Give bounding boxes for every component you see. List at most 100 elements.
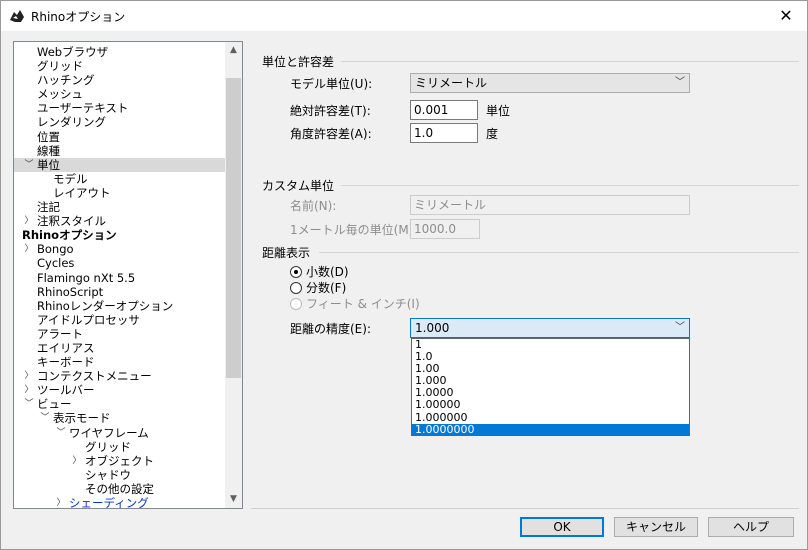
decimal-radio-label: 小数(D) xyxy=(306,265,349,279)
fraction-radio[interactable]: 分数(F) xyxy=(290,280,380,296)
options-tree[interactable]: Webブラウザ グリッド ハッチング メッシュ ユーザーテキスト レンダリング 位置 線種 ﹀ 単… xyxy=(13,41,243,509)
tree-item[interactable]: 〉 Bongo xyxy=(14,242,226,256)
chevron-down-icon: ﹀ xyxy=(675,77,685,88)
tree-item-label: オブジェクト xyxy=(85,453,154,468)
tree-item-label: その他の設定 xyxy=(85,481,154,496)
rhino-logo-icon xyxy=(9,8,25,24)
custom-name-label: 名前(N): xyxy=(290,199,337,213)
tree-item[interactable]: Cycles xyxy=(14,256,226,270)
tree-item[interactable]: グリッド xyxy=(14,440,226,454)
tree-item[interactable]: ユーザーテキスト xyxy=(14,101,226,115)
distance-display-group-title: 距離表示 xyxy=(262,246,311,260)
title-bar: Rhinoオプション ✕ xyxy=(1,1,807,31)
feet-inch-radio[interactable]: フィート & インチ(I) xyxy=(290,296,420,312)
tree-item[interactable]: 〉シェーディング xyxy=(14,496,226,509)
tree-item[interactable]: 位置 xyxy=(14,130,226,144)
cancel-button[interactable]: キャンセル xyxy=(614,517,698,537)
tree-item[interactable]: エイリアス xyxy=(14,341,226,355)
tree-item[interactable]: 〉注釈スタイル xyxy=(14,214,226,228)
tree-item[interactable]: レンダリング xyxy=(14,115,226,129)
custom-units-group-divider xyxy=(341,185,799,186)
scroll-down-icon[interactable]: ▼ xyxy=(225,491,242,508)
tree-item[interactable]: ﹀ 単位 xyxy=(14,157,226,172)
tree-item-label: グリッド xyxy=(85,439,131,454)
chevron-right-icon[interactable]: 〉 xyxy=(55,496,67,508)
tree-scrollbar[interactable]: ▲ ▼ xyxy=(225,42,242,508)
scroll-up-icon[interactable]: ▲ xyxy=(225,42,242,59)
tree-item[interactable]: メッシュ xyxy=(14,87,226,101)
tree-item-label: 線種 xyxy=(37,143,60,158)
close-button[interactable]: ✕ xyxy=(771,3,801,29)
precision-select[interactable]: 1.000 ﹀ xyxy=(410,318,690,338)
tree-item[interactable]: アラート xyxy=(14,327,226,341)
chevron-down-icon[interactable]: ﹀ xyxy=(23,158,35,172)
tree-item-label: Rhinoレンダーオプション xyxy=(37,298,174,313)
tree-item[interactable]: レイアウト xyxy=(14,186,226,200)
help-button[interactable]: ヘルプ xyxy=(708,517,794,537)
tree-item[interactable]: RhinoScript xyxy=(14,285,226,299)
chevron-right-icon[interactable]: 〉 xyxy=(23,214,35,228)
tree-item[interactable]: Webブラウザ xyxy=(14,45,226,59)
angle-tolerance-input[interactable]: 1.0 xyxy=(410,123,478,143)
abs-tolerance-input[interactable]: 0.001 xyxy=(410,100,478,120)
chevron-down-icon[interactable]: ﹀ xyxy=(55,426,67,440)
tree-item[interactable]: ﹀ ビュー xyxy=(14,397,226,411)
tree-item-label: ハッチング xyxy=(37,73,95,88)
tree-item[interactable]: Rhinoオプション xyxy=(14,228,226,242)
tree-item[interactable]: ﹀ 表示モード xyxy=(14,411,226,425)
tree-item[interactable]: 〉コンテクストメニュー xyxy=(14,369,226,383)
tree-item-label: メッシュ xyxy=(37,87,83,102)
model-unit-select[interactable]: ミリメートル ﹀ xyxy=(410,73,690,93)
precision-option[interactable]: 1.00000 xyxy=(412,399,689,411)
tree-item[interactable]: シャドウ xyxy=(14,468,226,482)
chevron-right-icon[interactable]: 〉 xyxy=(71,454,83,468)
tree-item-label: モデル xyxy=(53,171,88,186)
chevron-right-icon[interactable]: 〉 xyxy=(23,242,35,256)
tree-item[interactable]: キーボード xyxy=(14,355,226,369)
tree-item[interactable]: 〉オブジェクト xyxy=(14,454,226,468)
tree-item[interactable]: Rhinoレンダーオプション xyxy=(14,299,226,313)
precision-dropdown-list[interactable]: 1 1.0 1.00 1.000 1.0000 1.00000 1.000000 1.0000… xyxy=(411,338,690,436)
tree-item-label: シェーディング xyxy=(69,496,149,509)
units-group-title: 単位と許容差 xyxy=(262,55,335,69)
tree-item-label: グリッド xyxy=(37,59,83,74)
per-meter-input[interactable]: 1000.0 xyxy=(410,219,480,239)
tree-item-label: Webブラウザ xyxy=(37,45,109,59)
tree-item[interactable]: 線種 xyxy=(14,144,226,158)
ok-button[interactable]: OK xyxy=(520,517,604,537)
tree-item[interactable]: その他の設定 xyxy=(14,482,226,496)
precision-option[interactable]: 1.0 xyxy=(412,351,689,363)
tree-item[interactable]: モデル xyxy=(14,172,226,186)
bottom-divider xyxy=(251,508,799,509)
custom-name-input[interactable]: ミリメートル xyxy=(410,195,690,215)
chevron-down-icon: ﹀ xyxy=(675,322,685,333)
decimal-radio[interactable]: 小数(D) xyxy=(290,264,380,280)
tree-item-label: Rhinoオプション xyxy=(22,228,117,243)
units-group-divider xyxy=(341,61,799,62)
tree-item[interactable]: 注記 xyxy=(14,200,226,214)
precision-option[interactable]: 1.000000 xyxy=(412,411,689,424)
tree-item[interactable]: ハッチング xyxy=(14,73,226,87)
tree-item-label: アイドルプロセッサ xyxy=(37,312,140,327)
chevron-down-icon[interactable]: ﹀ xyxy=(39,411,51,425)
chevron-down-icon[interactable]: ﹀ xyxy=(23,397,35,411)
tree-item-label: キーボード xyxy=(37,355,95,370)
feet-inch-radio-label: フィート & インチ(I) xyxy=(306,297,420,311)
tree-item-label: Cycles xyxy=(37,256,75,271)
tree-item-label: ワイヤフレーム xyxy=(69,425,149,440)
scroll-thumb[interactable] xyxy=(226,78,241,378)
window-title: Rhinoオプション xyxy=(31,10,126,24)
tree-item-label: 注記 xyxy=(37,200,60,215)
tree-item[interactable]: アイドルプロセッサ xyxy=(14,313,226,327)
tree-item[interactable]: 〉ツールバー xyxy=(14,383,226,397)
precision-option[interactable]: 1.000 xyxy=(412,375,689,387)
tree-item[interactable]: ﹀ ワイヤフレーム xyxy=(14,426,226,440)
chevron-right-icon[interactable]: 〉 xyxy=(23,369,35,383)
precision-option[interactable]: 1.00 xyxy=(412,363,689,375)
precision-option[interactable]: 1.0000000 xyxy=(412,423,689,436)
radio-selected-dot xyxy=(294,270,298,274)
precision-option[interactable]: 1 xyxy=(412,338,689,351)
tree-item[interactable]: グリッド xyxy=(14,59,226,73)
tree-item[interactable]: Flamingo nXt 5.5 xyxy=(14,271,226,285)
chevron-right-icon[interactable]: 〉 xyxy=(23,383,35,397)
